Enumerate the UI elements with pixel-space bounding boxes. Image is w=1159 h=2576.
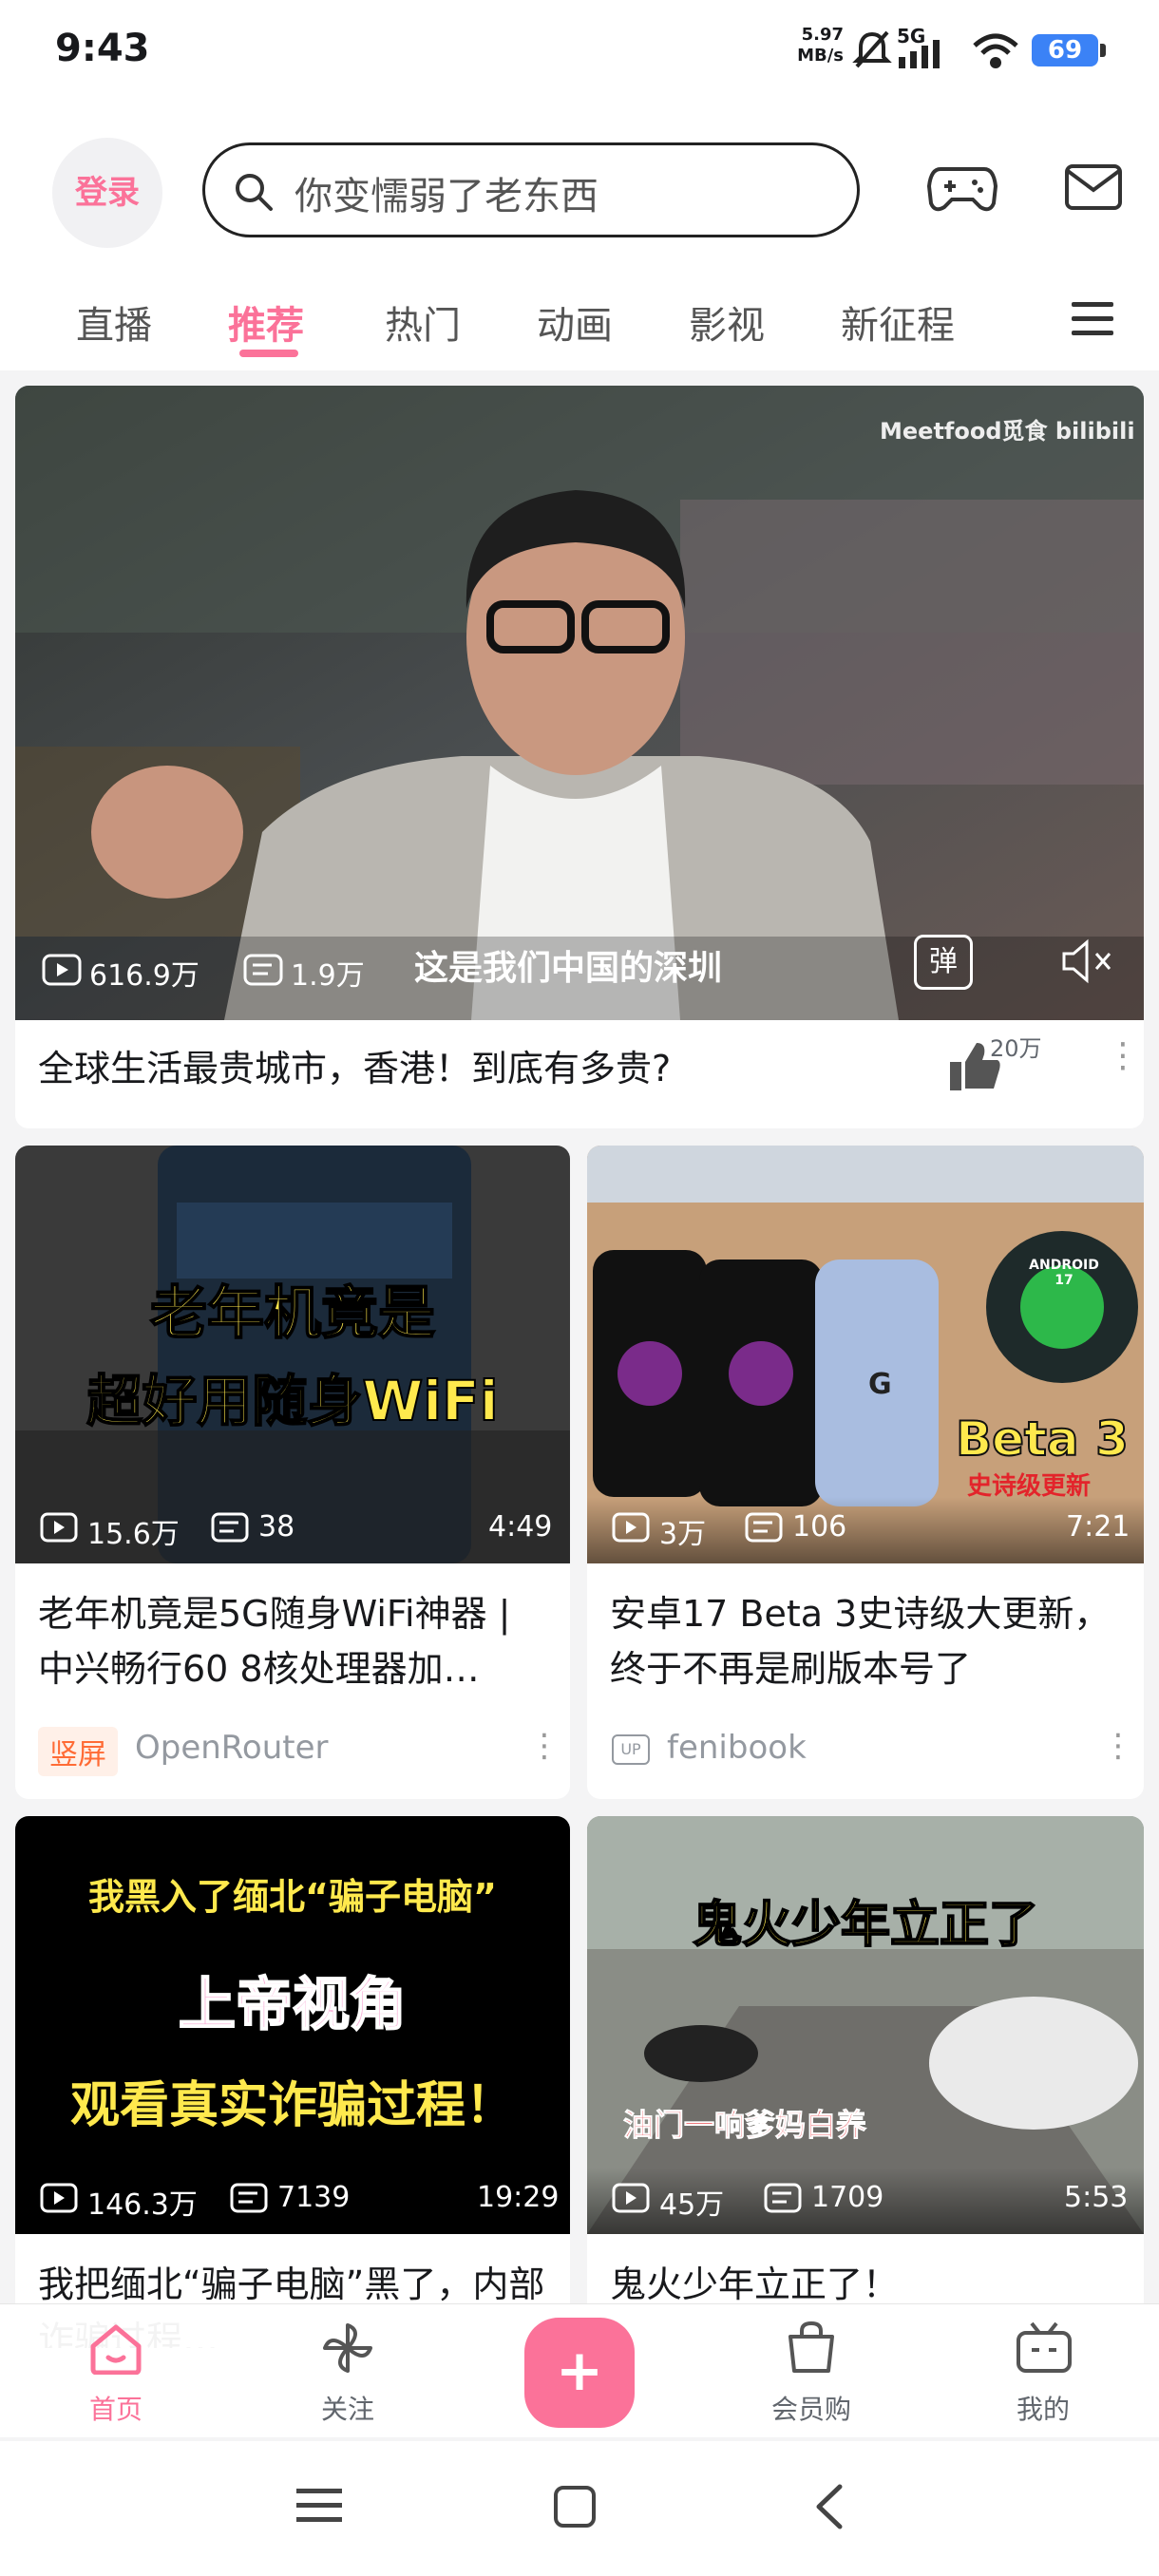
plus-icon: + [555, 2338, 604, 2404]
hero-title[interactable]: 全球生活最贵城市，香港！到底有多贵? [38, 1041, 950, 1096]
video-title[interactable]: 老年机竟是5G随身WiFi神器 | 中兴畅行60 8核处理器加… [38, 1586, 551, 1696]
like-count: 20万 [990, 1035, 1042, 1062]
tab-recommend[interactable]: 推荐 [228, 294, 304, 350]
uploader-badge-icon: UP [612, 1734, 650, 1765]
comment-count-icon [764, 2183, 802, 2213]
mail-icon[interactable] [1064, 163, 1123, 211]
video-duration: 7:21 [1066, 1510, 1130, 1544]
play-count-icon [42, 954, 82, 986]
comment-count-icon [745, 1512, 783, 1543]
danmaku-toggle-icon[interactable]: 弹 [914, 935, 973, 990]
play-count-icon [40, 2183, 78, 2213]
android-badge: ANDROID 17 [1029, 1258, 1099, 1288]
watermark: Meetfood觅食 bilibili [880, 418, 1135, 445]
cover-headline-1: 鬼火少年立正了 [692, 1896, 1039, 1955]
more-options-icon[interactable]: ⋮ [528, 1730, 560, 1762]
nav-home-label[interactable]: 首页 [49, 2389, 182, 2427]
video-card-4[interactable]: 鬼火少年立正了 油门一响爹妈白养 45万 1709 5:53 鬼火少年立正了！ [587, 1816, 1144, 2348]
home-icon[interactable] [87, 2321, 144, 2375]
cover-headline-2: 超好用随身WiFi [86, 1368, 499, 1434]
comment-count-icon [211, 1512, 249, 1543]
cover-headline-1: 老年机竟是 [149, 1279, 436, 1348]
comment-count-icon [243, 954, 283, 986]
more-options-icon[interactable]: ⋮ [1106, 1039, 1140, 1073]
comment-count: 7139 [277, 2181, 351, 2214]
author-name[interactable]: OpenRouter [135, 1729, 329, 1767]
search-icon [236, 174, 273, 211]
play-count-icon [612, 2183, 650, 2213]
status-time: 9:43 [55, 27, 150, 70]
battery-tip [1100, 44, 1106, 57]
net-speed-value: 5.97 [801, 25, 844, 45]
video-duration: 4:49 [488, 1510, 553, 1544]
video-card-3[interactable]: 我黑入了缅北“骗子电脑” 上帝视角 观看真实诈骗过程！ 146.3万 7139 … [15, 1816, 570, 2348]
comment-count: 1.9万 [291, 959, 365, 993]
home-button-icon[interactable] [553, 2485, 597, 2529]
net-speed-unit: MB/s [797, 46, 844, 66]
view-count: 3万 [659, 1518, 707, 1551]
hero-video-card[interactable]: Meetfood觅食 bilibili 616.9万 1.9万 这是我们中国的深… [15, 386, 1144, 1128]
cover-headline-2: 上帝视角 [178, 1971, 408, 2039]
cover-headline-2: 油门一响爹妈白养 [622, 2107, 867, 2144]
mute-icon[interactable] [1058, 938, 1115, 984]
cover-headline-1: 我黑入了缅北“骗子电脑” [88, 1876, 497, 1918]
view-count: 15.6万 [87, 1518, 180, 1551]
hero-cover-image [15, 386, 1144, 1020]
video-card-1-cover [15, 1146, 570, 1563]
comment-count: 1709 [811, 2181, 884, 2214]
play-count-icon [40, 1512, 78, 1543]
video-card-2[interactable]: G ANDROID 17 Beta 3 史诗级更新 3万 106 7:21 安卓… [587, 1146, 1144, 1799]
login-button[interactable]: 登录 [52, 138, 162, 248]
nav-follow-label[interactable]: 关注 [281, 2389, 414, 2427]
signal-icon [899, 40, 940, 68]
nav-me-label[interactable]: 我的 [977, 2389, 1110, 2427]
cover-headline-3: 观看真实诈骗过程！ [69, 2077, 515, 2134]
comment-count-icon [230, 2183, 268, 2213]
nav-shop-label[interactable]: 会员购 [745, 2389, 878, 2427]
menu-icon[interactable] [1072, 300, 1113, 338]
battery-indicator: 69 [1032, 34, 1098, 66]
search-placeholder: 你变懦弱了老东西 [294, 175, 598, 218]
more-options-icon[interactable]: ⋮ [1102, 1730, 1134, 1762]
tab-hot[interactable]: 热门 [385, 294, 461, 350]
tab-anime[interactable]: 动画 [537, 294, 613, 350]
google-logo: G [868, 1368, 892, 1401]
view-count: 616.9万 [89, 959, 200, 993]
tab-active-indicator [239, 350, 298, 357]
net-speed: 5.97 MB/s [796, 25, 844, 66]
video-duration: 19:29 [477, 2181, 560, 2214]
author-name[interactable]: fenibook [667, 1729, 807, 1767]
tab-live[interactable]: 直播 [76, 294, 152, 350]
comment-count: 38 [258, 1510, 295, 1544]
play-count-icon [612, 1512, 650, 1543]
video-title[interactable]: 安卓17 Beta 3史诗级大更新，终于不再是刷版本号了 [610, 1586, 1123, 1696]
tab-new-journey[interactable]: 新征程 [841, 294, 955, 350]
back-icon[interactable] [813, 2483, 846, 2530]
tv-icon[interactable] [1015, 2321, 1074, 2375]
recent-apps-icon[interactable] [296, 2487, 342, 2525]
view-count: 45万 [659, 2188, 725, 2222]
game-controller-icon[interactable] [927, 160, 998, 217]
shopping-bag-icon[interactable] [783, 2320, 840, 2375]
vertical-screen-tag: 竖屏 [38, 1727, 118, 1776]
video-card-1[interactable]: 老年机竟是 超好用随身WiFi 15.6万 38 4:49 老年机竟是5G随身W… [15, 1146, 570, 1799]
tab-film[interactable]: 影视 [689, 294, 765, 350]
video-duration: 5:53 [1064, 2181, 1129, 2214]
view-count: 146.3万 [87, 2188, 198, 2222]
cover-headline-1: Beta 3 [955, 1411, 1130, 1468]
video-subtitle: 这是我们中国的深圳 [414, 949, 723, 988]
mute-bell-icon [852, 30, 892, 68]
comment-count: 106 [792, 1510, 847, 1544]
wifi-icon [973, 33, 1018, 68]
pinwheel-icon[interactable] [319, 2321, 376, 2375]
